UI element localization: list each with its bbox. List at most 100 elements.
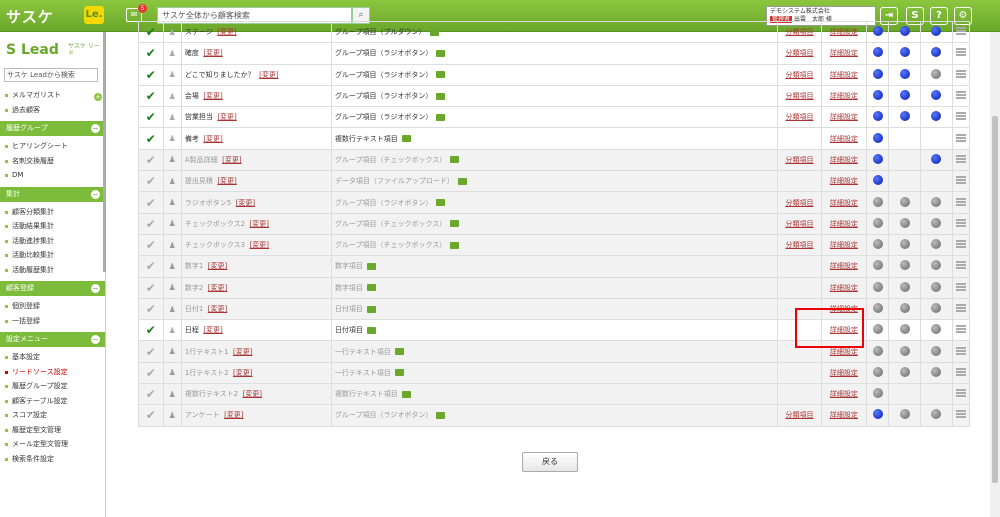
comment-icon[interactable] — [401, 390, 411, 398]
status-dot-icon[interactable] — [931, 324, 942, 335]
drag-handle-icon[interactable] — [955, 218, 966, 227]
comment-icon[interactable] — [450, 156, 460, 164]
drag-handle-icon[interactable] — [955, 282, 966, 291]
status-dot-icon[interactable] — [931, 260, 942, 271]
drag-handle-icon[interactable] — [955, 27, 966, 36]
detail-settings-link[interactable]: 詳細設定 — [830, 369, 858, 377]
app-logo[interactable]: サスケ — [6, 6, 54, 27]
status-dot-icon[interactable] — [931, 303, 942, 313]
status-dot-icon[interactable] — [899, 111, 910, 122]
lead-app-logo[interactable]: Le. — [84, 6, 104, 24]
sidebar-item[interactable]: DM — [0, 168, 105, 183]
category-link[interactable]: 分類項目 — [786, 92, 814, 100]
change-link[interactable]: [変更] — [259, 71, 278, 79]
change-link[interactable]: [変更] — [208, 284, 227, 292]
status-dot-icon[interactable] — [872, 409, 883, 420]
enabled-check-icon[interactable]: ✔ — [138, 106, 164, 129]
sidebar-item[interactable]: 活動履歴集計 — [0, 263, 105, 278]
drag-handle-icon[interactable] — [955, 154, 966, 163]
status-dot-icon[interactable] — [931, 111, 942, 122]
sidebar-item[interactable]: 活動進捗集計 — [0, 234, 105, 249]
status-dot-icon[interactable] — [899, 47, 910, 58]
detail-settings-link[interactable]: 詳細設定 — [830, 28, 858, 36]
status-dot-icon[interactable] — [872, 281, 883, 292]
sidebar-group-header[interactable]: 顧客登録 − — [0, 281, 105, 296]
status-dot-icon[interactable] — [931, 281, 942, 292]
drag-handle-icon[interactable] — [955, 261, 966, 270]
status-dot-icon[interactable] — [872, 260, 883, 271]
detail-settings-link[interactable]: 詳細設定 — [830, 71, 858, 79]
comment-icon[interactable] — [450, 241, 460, 249]
status-dot-icon[interactable] — [931, 153, 942, 164]
enabled-check-icon[interactable]: ✔ — [138, 297, 164, 321]
status-dot-icon[interactable] — [872, 324, 883, 335]
enabled-check-icon[interactable]: ✔ — [138, 63, 164, 86]
detail-settings-link[interactable]: 詳細設定 — [830, 390, 858, 398]
status-dot-icon[interactable] — [872, 153, 883, 164]
detail-settings-link[interactable]: 詳細設定 — [830, 156, 858, 164]
sidebar-item[interactable]: 基本設定 — [0, 350, 105, 365]
status-dot-icon[interactable] — [899, 303, 910, 313]
change-link[interactable]: [変更] — [208, 262, 227, 270]
sidebar-item[interactable]: 履歴定型文管理 — [0, 423, 105, 438]
drag-handle-icon[interactable] — [955, 346, 966, 355]
category-link[interactable]: 分類項目 — [786, 71, 814, 79]
detail-settings-link[interactable]: 詳細設定 — [830, 262, 858, 270]
drag-handle-icon[interactable] — [955, 304, 966, 312]
change-link[interactable]: [変更] — [203, 135, 222, 143]
detail-settings-link[interactable]: 詳細設定 — [830, 220, 858, 228]
sidebar-group-header[interactable]: 設定メニュー − — [0, 332, 105, 347]
sidebar-item[interactable]: 顧客分類集計 — [0, 205, 105, 220]
comment-icon[interactable] — [366, 326, 376, 334]
change-link[interactable]: [変更] — [203, 49, 222, 57]
status-dot-icon[interactable] — [872, 345, 883, 356]
status-dot-icon[interactable] — [899, 345, 910, 356]
comment-icon[interactable] — [401, 135, 411, 143]
enabled-check-icon[interactable]: ✔ — [138, 319, 164, 342]
status-dot-icon[interactable] — [872, 366, 883, 377]
page-scroll-thumb[interactable] — [992, 116, 998, 483]
drag-handle-icon[interactable] — [955, 197, 966, 206]
status-dot-icon[interactable] — [931, 196, 942, 207]
detail-settings-link[interactable]: 詳細設定 — [830, 177, 858, 185]
sidebar-item[interactable]: スコア設定 — [0, 408, 105, 423]
status-dot-icon[interactable] — [899, 196, 910, 207]
status-dot-icon[interactable] — [931, 409, 942, 420]
sidebar-item[interactable]: 履歴グループ設定 — [0, 379, 105, 394]
change-link[interactable]: [変更] — [203, 326, 222, 334]
change-link[interactable]: [変更] — [222, 156, 241, 164]
change-link[interactable]: [変更] — [208, 305, 227, 313]
sidebar-item[interactable]: 名刺交換履歴 — [0, 154, 105, 169]
status-dot-icon[interactable] — [899, 324, 910, 335]
status-dot-icon[interactable] — [872, 388, 883, 399]
detail-settings-link[interactable]: 詳細設定 — [830, 113, 858, 121]
detail-settings-link[interactable]: 詳細設定 — [830, 284, 858, 292]
status-dot-icon[interactable] — [931, 345, 942, 356]
comment-icon[interactable] — [436, 411, 446, 419]
category-link[interactable]: 分類項目 — [786, 49, 814, 57]
category-link[interactable]: 分類項目 — [786, 113, 814, 121]
status-dot-icon[interactable] — [872, 303, 883, 313]
enabled-check-icon[interactable]: ✔ — [138, 212, 164, 235]
detail-settings-link[interactable]: 詳細設定 — [830, 135, 858, 143]
status-dot-icon[interactable] — [899, 26, 910, 37]
status-dot-icon[interactable] — [872, 175, 883, 186]
detail-settings-link[interactable]: 詳細設定 — [830, 92, 858, 100]
collapse-icon[interactable]: − — [91, 189, 100, 199]
comment-icon[interactable] — [394, 348, 404, 356]
sidebar-item[interactable]: 検索条件設定 — [0, 452, 105, 467]
sidebar-group-header[interactable]: 履歴グループ − — [0, 121, 105, 136]
category-link[interactable]: 分類項目 — [786, 156, 814, 164]
category-link[interactable]: 分類項目 — [786, 411, 814, 419]
sidebar-scrollbar[interactable] — [103, 32, 106, 272]
sidebar-item[interactable]: メルマガリスト — [0, 88, 105, 103]
comment-icon[interactable] — [436, 92, 446, 100]
change-link[interactable]: [変更] — [217, 113, 236, 121]
status-dot-icon[interactable] — [872, 132, 883, 143]
collapse-icon[interactable]: − — [91, 335, 100, 344]
sidebar-search-input[interactable]: サスケ Leadから検索 — [4, 68, 98, 82]
status-dot-icon[interactable] — [931, 90, 942, 101]
drag-handle-icon[interactable] — [955, 112, 966, 121]
change-link[interactable]: [変更] — [224, 411, 243, 419]
enabled-check-icon[interactable]: ✔ — [138, 361, 164, 385]
